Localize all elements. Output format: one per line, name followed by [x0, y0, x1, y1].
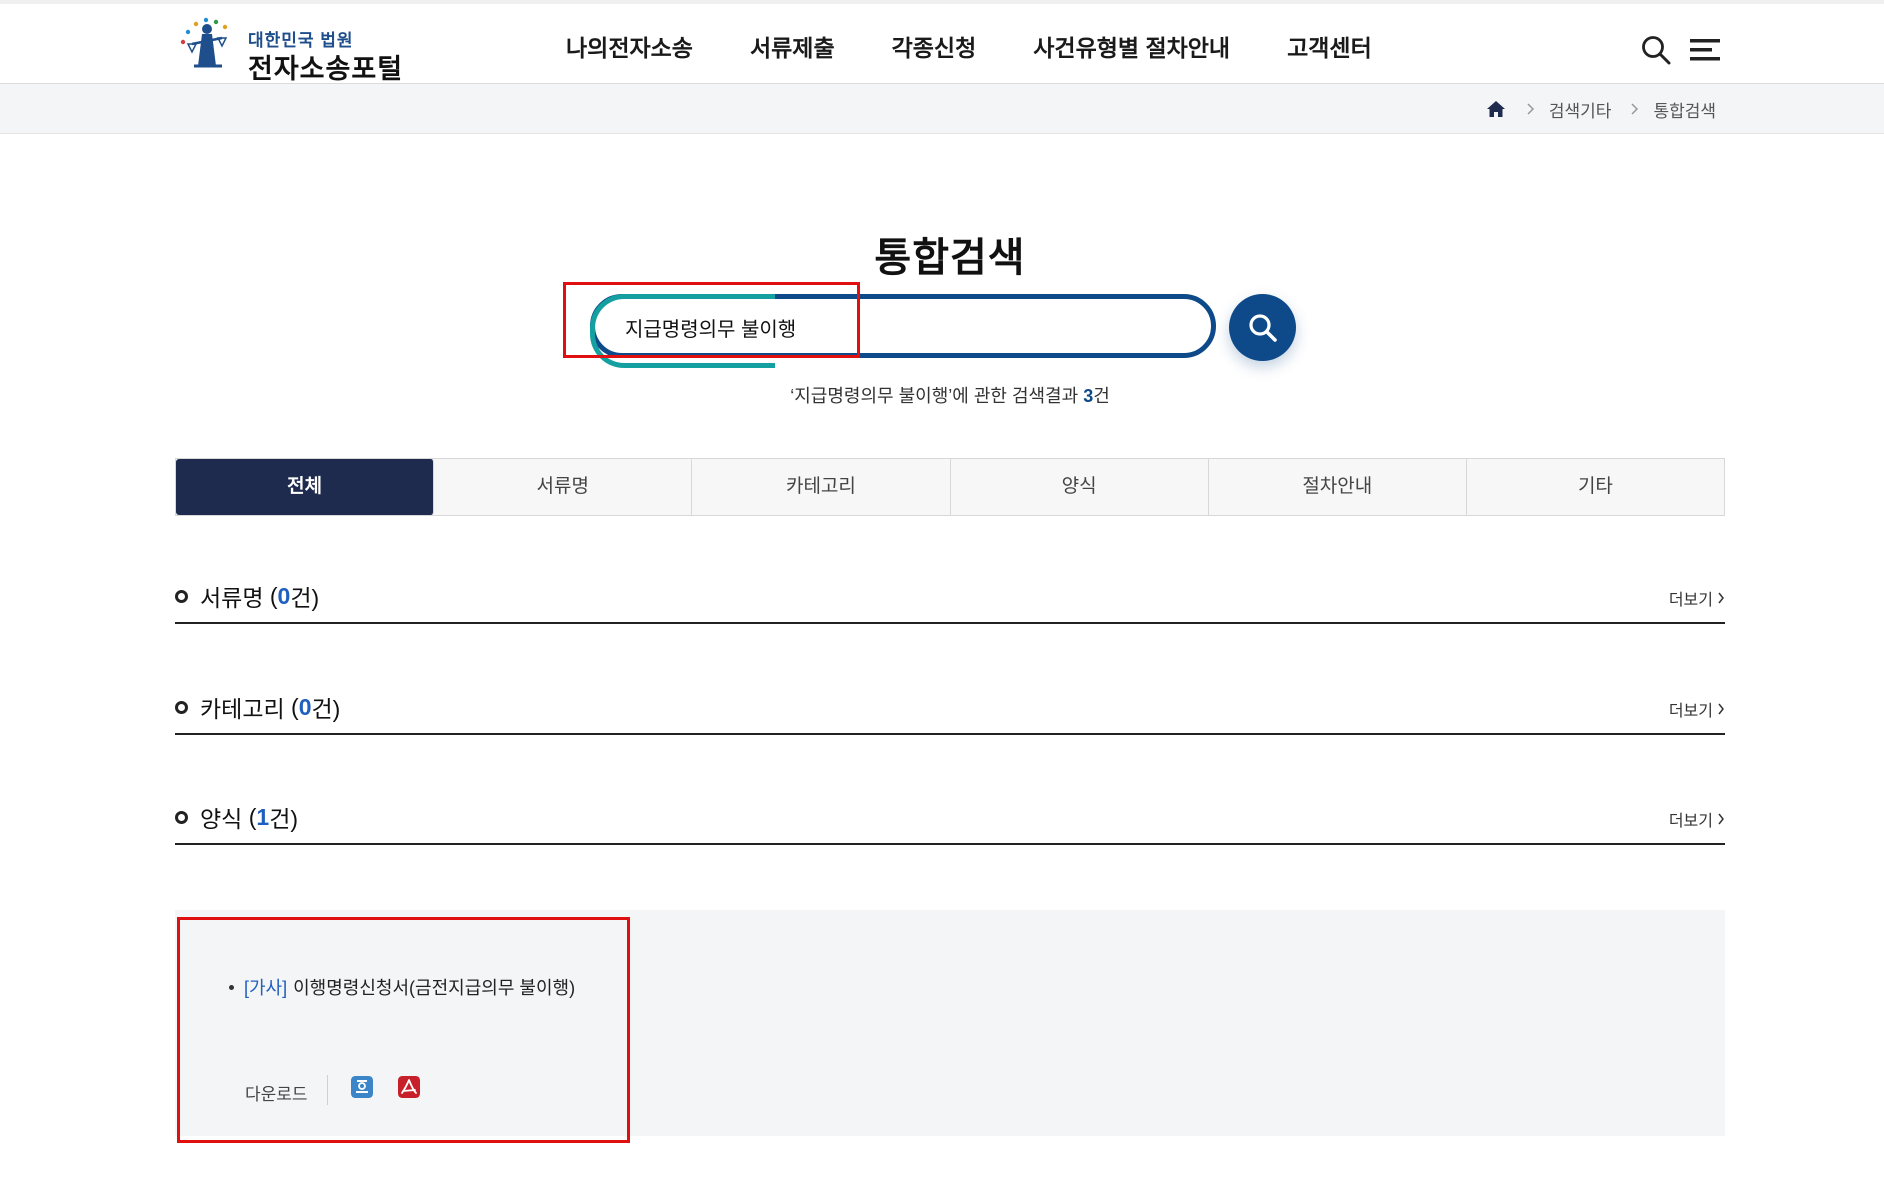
search-input[interactable] [625, 309, 1185, 345]
hamburger-menu-icon[interactable] [1688, 34, 1722, 66]
nav-applications[interactable]: 각종신청 [892, 28, 977, 68]
breadcrumb: 검색기타 통합검색 [1485, 84, 1716, 134]
search-icon [1249, 314, 1277, 342]
result-title[interactable]: 이행명령신청서(금전지급의무 불이행) [293, 978, 575, 998]
form-result-panel: [가사] 이행명령신청서(금전지급의무 불이행) 다운로드 [175, 910, 1725, 1136]
court-logo-icon [180, 17, 228, 68]
section-count: 0 [298, 693, 312, 720]
tab-category[interactable]: 카테고리 [692, 459, 951, 515]
more-link[interactable]: 더보기 [1669, 586, 1725, 610]
more-link-label: 더보기 [1668, 813, 1713, 830]
search-result-summary: ‘지급명령의무 불이행’에 관한 검색결과 3건 [0, 382, 1884, 408]
hwp-file-icon[interactable] [351, 1076, 373, 1098]
site-header: 대한민국 법원 전자소송포털 나의전자소송 서류제출 각종신청 사건유형별 절차… [0, 4, 1884, 84]
nav-document-submit[interactable]: 서류제출 [750, 28, 835, 68]
section-name: 양식 [200, 806, 243, 832]
search-box [590, 294, 1216, 368]
chevron-right-icon [1718, 813, 1724, 825]
divider [327, 1075, 328, 1105]
section-name: 카테고리 [200, 696, 285, 722]
more-link-label: 더보기 [1668, 703, 1713, 720]
chevron-right-icon [1527, 103, 1534, 115]
more-link[interactable]: 더보기 [1669, 697, 1725, 721]
section-category: 카테고리 (0 건) 더보기 [175, 679, 1725, 735]
result-category[interactable]: [가사] [244, 978, 287, 998]
breadcrumb-search-etc[interactable]: 검색기타 [1549, 97, 1612, 122]
section-title: 카테고리 (0 건) [175, 687, 340, 727]
chevron-right-icon [1631, 103, 1639, 115]
circle-bullet-icon [175, 700, 188, 714]
result-tabs: 전체 서류명 카테고리 양식 절차안내 기타 [175, 458, 1725, 516]
nav-my-ecourt[interactable]: 나의전자소송 [566, 28, 693, 68]
chevron-right-icon [1718, 592, 1724, 604]
section-document-name: 서류명 (0 건) 더보기 [175, 568, 1725, 624]
list-item: [가사] 이행명령신청서(금전지급의무 불이행) [229, 974, 575, 1000]
breadcrumb-integrated-search[interactable]: 통합검색 [1653, 97, 1716, 122]
section-forms: 양식 (1 건) 더보기 [175, 789, 1725, 845]
summary-unit: 건 [1093, 386, 1110, 406]
summary-text: ‘지급명령의무 불이행’에 관한 검색결과 [790, 386, 1084, 406]
logo-title: 전자소송포털 [248, 54, 404, 84]
section-name: 서류명 [200, 585, 264, 611]
nav-procedure-guide[interactable]: 사건유형별 절차안내 [1033, 28, 1230, 68]
section-count: 1 [256, 803, 270, 830]
search-icon[interactable] [1640, 34, 1672, 66]
more-link[interactable]: 더보기 [1669, 807, 1725, 831]
tab-all[interactable]: 전체 [176, 459, 435, 515]
page-title: 통합검색 [874, 236, 1026, 280]
more-link-label: 더보기 [1668, 592, 1713, 609]
bullet-dot-icon [229, 984, 234, 990]
circle-bullet-icon [175, 810, 188, 824]
site-logo[interactable]: 대한민국 법원 전자소송포털 [178, 14, 408, 84]
tab-etc[interactable]: 기타 [1467, 459, 1724, 515]
section-title: 서류명 (0 건) [175, 576, 319, 616]
tab-document-name[interactable]: 서류명 [434, 459, 693, 515]
tab-procedure-guide[interactable]: 절차안내 [1209, 459, 1467, 515]
section-count: 0 [277, 582, 291, 609]
pdf-file-icon[interactable] [398, 1076, 420, 1098]
chevron-right-icon [1718, 703, 1724, 715]
section-title: 양식 (1 건) [175, 797, 298, 837]
circle-bullet-icon [175, 589, 188, 603]
breadcrumb-bar: 검색기타 통합검색 [0, 84, 1884, 134]
home-icon[interactable] [1485, 98, 1507, 120]
download-label: 다운로드 [245, 1085, 308, 1104]
search-button[interactable] [1229, 294, 1296, 361]
summary-count: 3 [1083, 386, 1094, 406]
tab-forms[interactable]: 양식 [951, 459, 1209, 515]
nav-customer-center[interactable]: 고객센터 [1287, 28, 1372, 68]
main-nav: 나의전자소송 서류제출 각종신청 사건유형별 절차안내 고객센터 [566, 28, 1372, 68]
